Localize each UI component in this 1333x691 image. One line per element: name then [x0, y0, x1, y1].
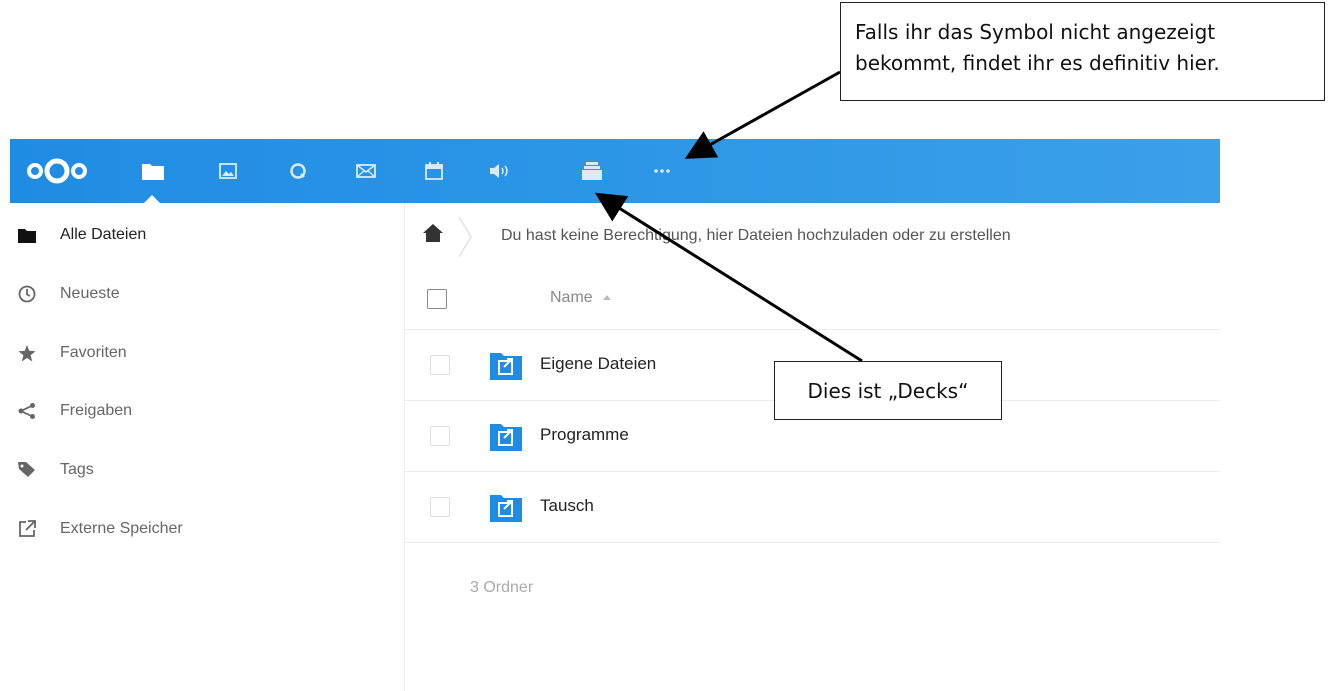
sidebar-item-neueste[interactable]: Neueste — [18, 279, 120, 309]
select-all-checkbox[interactable] — [427, 289, 447, 309]
permission-message: Du hast keine Berechtigung, hier Dateien… — [501, 227, 1011, 244]
external-folder-icon — [490, 424, 522, 451]
external-link-icon — [18, 519, 44, 539]
nextcloud-logo-icon[interactable] — [26, 155, 88, 192]
breadcrumb: Du hast keine Berechtigung, hier Dateien… — [405, 203, 1220, 269]
external-folder-icon — [490, 353, 522, 380]
file-list-header: Name — [405, 269, 1220, 330]
app-deck-icon[interactable] — [580, 159, 604, 183]
file-row[interactable]: Tausch — [405, 472, 1220, 543]
sidebar-item-externe-speicher[interactable]: Externe Speicher — [18, 514, 183, 544]
folder-icon — [18, 225, 44, 245]
sidebar-item-favoriten[interactable]: Favoriten — [18, 338, 127, 368]
clock-icon — [18, 284, 44, 304]
file-name[interactable]: Eigene Dateien — [540, 354, 656, 374]
files-main-content: Du hast keine Berechtigung, hier Dateien… — [405, 203, 1220, 691]
file-name[interactable]: Tausch — [540, 496, 594, 516]
sidebar-item-label: Favoriten — [60, 344, 127, 361]
app-activity-circle-icon[interactable] — [286, 159, 310, 183]
files-sidebar: Alle Dateien Neueste Favoriten Freigaben… — [0, 203, 405, 691]
sort-ascending-icon[interactable] — [603, 295, 611, 300]
file-checkbox[interactable] — [430, 426, 450, 446]
file-checkbox[interactable] — [430, 355, 450, 375]
app-audio-speaker-icon[interactable] — [488, 159, 512, 183]
sidebar-item-label: Externe Speicher — [60, 520, 183, 537]
file-name[interactable]: Programme — [540, 425, 629, 445]
sidebar-item-label: Freigaben — [60, 402, 133, 419]
external-folder-icon — [490, 495, 522, 522]
home-icon[interactable] — [423, 224, 443, 247]
sidebar-item-label: Tags — [60, 461, 94, 478]
share-icon — [18, 401, 44, 421]
star-icon — [18, 343, 44, 363]
file-checkbox[interactable] — [430, 497, 450, 517]
top-navigation-bar — [10, 139, 1220, 204]
sidebar-item-tags[interactable]: Tags — [18, 455, 94, 485]
app-calendar-icon[interactable] — [422, 159, 446, 183]
name-column-header[interactable]: Name — [550, 289, 593, 307]
sidebar-item-alle-dateien[interactable]: Alle Dateien — [18, 220, 146, 250]
app-photos-image-icon[interactable] — [216, 159, 240, 183]
app-mail-envelope-icon[interactable] — [354, 159, 378, 183]
app-files-folder-icon[interactable] — [141, 159, 165, 183]
file-count-summary: 3 Ordner — [470, 579, 534, 596]
sidebar-item-freigaben[interactable]: Freigaben — [18, 396, 132, 426]
annotation-callout-top: Falls ihr das Symbol nicht angezeigt bek… — [840, 2, 1325, 101]
sidebar-item-label: Alle Dateien — [60, 226, 147, 243]
tag-icon — [18, 460, 44, 480]
breadcrumb-separator-icon — [458, 217, 472, 257]
sidebar-item-label: Neueste — [60, 285, 120, 302]
more-apps-icon[interactable] — [650, 159, 674, 183]
annotation-callout-decks: Dies ist „Decks“ — [774, 361, 1002, 420]
